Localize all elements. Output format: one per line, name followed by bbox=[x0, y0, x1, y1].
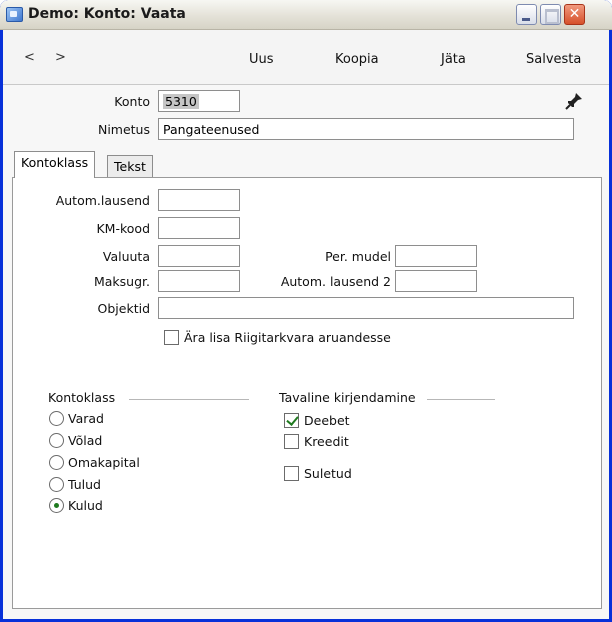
autom-lausend-label: Autom.lausend bbox=[55, 193, 150, 208]
suletud-label: Suletud bbox=[304, 466, 352, 481]
ara-lisa-label: Ära lisa Riigitarkvara aruandesse bbox=[184, 330, 391, 345]
konto-value: 5310 bbox=[163, 94, 199, 109]
radio-kulud-label: Kulud bbox=[68, 498, 103, 513]
autom-lausend2-field[interactable] bbox=[395, 270, 477, 292]
per-mudel-field[interactable] bbox=[395, 245, 477, 267]
radio-tulud[interactable] bbox=[49, 477, 64, 492]
forward-button[interactable]: > bbox=[55, 50, 66, 65]
maksugr-field[interactable] bbox=[158, 270, 240, 292]
konto-field[interactable]: 5310 bbox=[158, 90, 240, 112]
kreedit-label: Kreedit bbox=[304, 434, 349, 449]
deebet-label: Deebet bbox=[304, 413, 350, 428]
radio-kulud[interactable] bbox=[49, 498, 64, 513]
pin-icon[interactable] bbox=[563, 90, 585, 112]
radio-volad[interactable] bbox=[49, 433, 64, 448]
close-icon: ✕ bbox=[568, 6, 581, 22]
suletud-checkbox[interactable] bbox=[284, 466, 299, 481]
back-button[interactable]: < bbox=[24, 50, 35, 65]
maksugr-label: Maksugr. bbox=[93, 274, 150, 289]
window-client: < > Uus Koopia Jäta Salvesta Konto 5310 … bbox=[3, 30, 609, 619]
toolbar: < > Uus Koopia Jäta Salvesta bbox=[3, 30, 609, 85]
kreedit-checkbox[interactable] bbox=[284, 434, 299, 449]
minimize-button[interactable] bbox=[516, 4, 537, 25]
tavaline-group-divider bbox=[427, 399, 495, 400]
skip-button[interactable]: Jäta bbox=[441, 52, 466, 67]
radio-omakapital[interactable] bbox=[49, 455, 64, 470]
deebet-checkbox[interactable] bbox=[284, 413, 299, 428]
konto-label: Konto bbox=[114, 94, 150, 109]
km-kood-label: KM-kood bbox=[96, 221, 150, 236]
radio-varad-label: Varad bbox=[68, 411, 104, 426]
tavaline-group-title: Tavaline kirjendamine bbox=[279, 390, 416, 405]
new-button[interactable]: Uus bbox=[249, 52, 274, 67]
close-button[interactable]: ✕ bbox=[564, 4, 585, 25]
valuuta-field[interactable] bbox=[158, 245, 240, 267]
tab-tekst[interactable]: Tekst bbox=[107, 155, 153, 179]
copy-button[interactable]: Koopia bbox=[335, 52, 379, 67]
radio-varad[interactable] bbox=[49, 411, 64, 426]
autom-lausend-field[interactable] bbox=[158, 189, 240, 211]
valuuta-label: Valuuta bbox=[102, 249, 150, 264]
objektid-label: Objektid bbox=[97, 301, 150, 316]
radio-tulud-label: Tulud bbox=[68, 477, 101, 492]
ara-lisa-checkbox[interactable] bbox=[164, 330, 179, 345]
kontoklass-group-title: Kontoklass bbox=[48, 390, 116, 405]
per-mudel-label: Per. mudel bbox=[325, 249, 391, 264]
maximize-button[interactable] bbox=[540, 4, 561, 25]
nimetus-label: Nimetus bbox=[97, 122, 150, 137]
kontoklass-group-divider bbox=[129, 399, 249, 400]
app-window: Demo: Konto: Vaata ✕ < > Uus Koopia Jäta… bbox=[0, 0, 612, 622]
save-button[interactable]: Salvesta bbox=[526, 52, 581, 67]
objektid-field[interactable] bbox=[158, 297, 574, 319]
km-kood-field[interactable] bbox=[158, 217, 240, 239]
tab-kontoklass[interactable]: Kontoklass bbox=[14, 151, 96, 178]
autom-lausend2-label: Autom. lausend 2 bbox=[280, 274, 391, 289]
radio-volad-label: Võlad bbox=[68, 433, 103, 448]
window-title: Demo: Konto: Vaata bbox=[28, 6, 186, 22]
app-icon bbox=[6, 7, 23, 22]
nimetus-field[interactable]: Pangateenused bbox=[158, 118, 574, 140]
radio-omakapital-label: Omakapital bbox=[68, 455, 140, 470]
title-bar[interactable]: Demo: Konto: Vaata ✕ bbox=[0, 0, 612, 30]
